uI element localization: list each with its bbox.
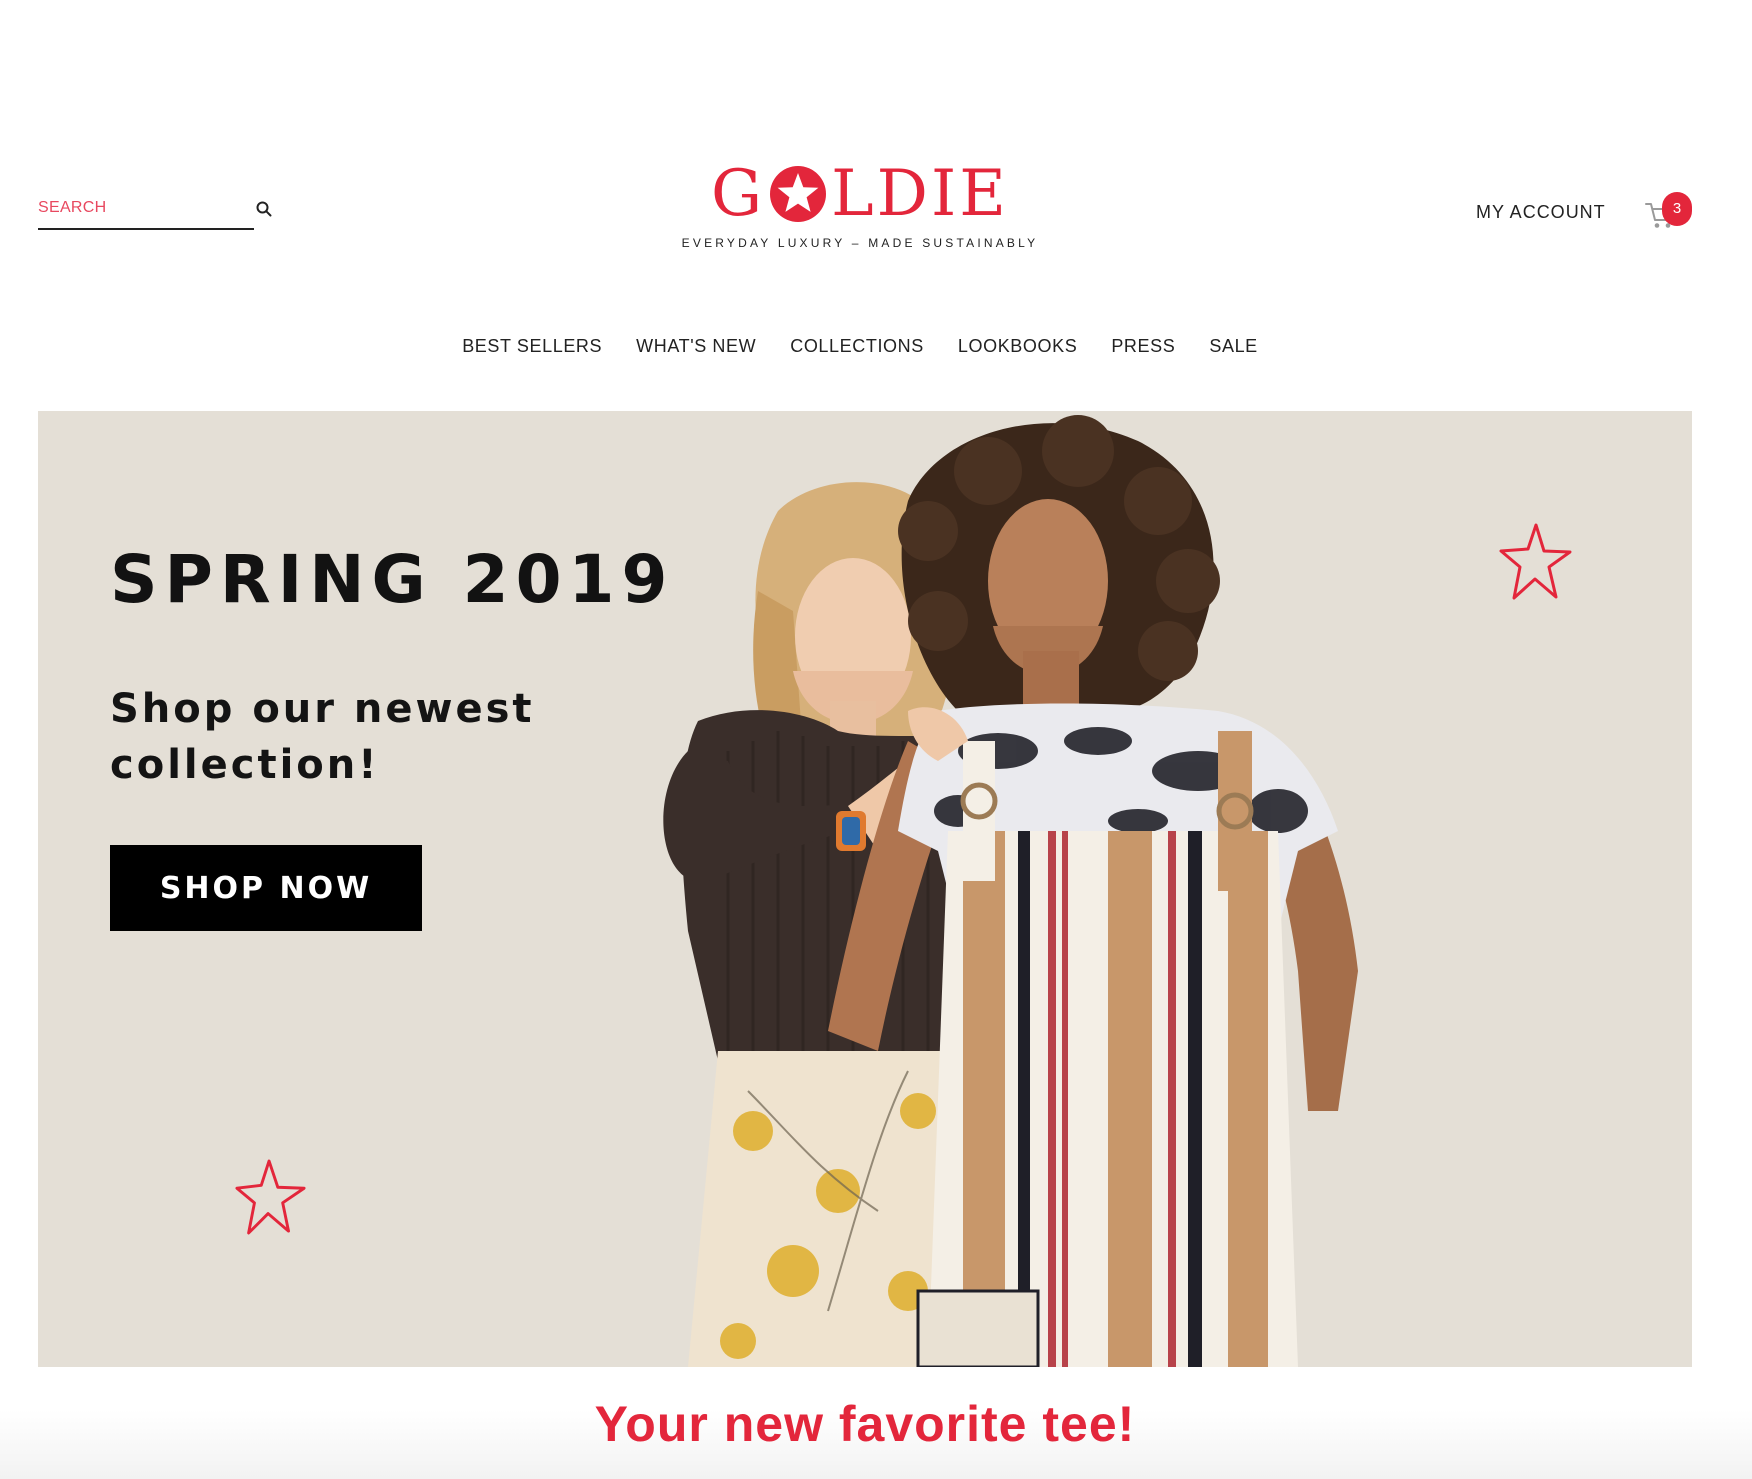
cart-count-badge: 3 [1662, 192, 1692, 226]
star-icon [770, 166, 827, 222]
section-heading: Your new favorite tee! [594, 1396, 1136, 1452]
logo[interactable]: G LDIE EVERYDAY LUXURY – MADE SUSTAINABL… [0, 158, 1720, 250]
nav-item-lookbooks[interactable]: LOOKBOOKS [958, 336, 1077, 357]
hero-banner[interactable]: SPRING 2019 Shop our newest collection! … [38, 411, 1692, 1367]
my-account-link[interactable]: MY ACCOUNT [1476, 202, 1606, 223]
nav-item-collections[interactable]: COLLECTIONS [790, 336, 924, 357]
shop-now-button[interactable]: SHOP NOW [110, 845, 422, 931]
nav-item-whats-new[interactable]: WHAT'S NEW [636, 336, 756, 357]
logo-letter-g: G [711, 157, 766, 231]
main-nav: BEST SELLERS WHAT'S NEW COLLECTIONS LOOK… [0, 336, 1720, 357]
logo-wordmark: G LDIE [711, 158, 1009, 230]
logo-tagline: EVERYDAY LUXURY – MADE SUSTAINABLY [681, 236, 1039, 250]
nav-item-press[interactable]: PRESS [1111, 336, 1175, 357]
hero-subtitle: Shop our newest collection! [110, 686, 535, 788]
nav-item-sale[interactable]: SALE [1209, 336, 1257, 357]
hero-photo [663, 415, 1358, 1367]
page: G LDIE EVERYDAY LUXURY – MADE SUSTAINABL… [0, 0, 1752, 1479]
star-doodle-icon [235, 1159, 306, 1235]
logo-letters: LDIE [831, 157, 1009, 231]
nav-item-best-sellers[interactable]: BEST SELLERS [462, 336, 602, 357]
